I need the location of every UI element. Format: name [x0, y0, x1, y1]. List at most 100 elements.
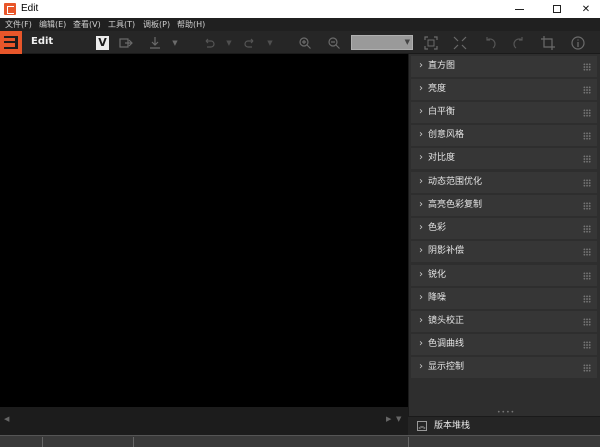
menu-tools[interactable]: 工具(T)	[108, 19, 135, 30]
chevron-right-icon: ›	[419, 60, 423, 71]
info-icon[interactable]	[571, 36, 585, 50]
drag-handle-icon[interactable]	[583, 272, 591, 280]
drag-handle-icon[interactable]	[583, 248, 591, 256]
panel-item-shadow-compensation[interactable]: › 阴影补偿	[411, 241, 597, 262]
chevron-right-icon: ›	[419, 106, 423, 117]
chevron-right-icon: ›	[419, 269, 423, 280]
chevron-right-icon: ›	[419, 176, 423, 187]
panel-item-dynamic-range[interactable]: › 动态范围优化	[411, 172, 597, 193]
panel-item-creative-style[interactable]: › 创意风格	[411, 125, 597, 146]
panel-item-label: 创意风格	[428, 130, 465, 140]
zoom-in-icon[interactable]	[298, 36, 312, 50]
chevron-down-icon: ▼	[404, 38, 410, 46]
undo-icon[interactable]	[202, 36, 216, 50]
drag-handle-icon[interactable]	[583, 63, 591, 71]
chevron-down-icon[interactable]: ▼	[170, 36, 180, 50]
panel-item-label: 动态范围优化	[428, 177, 483, 187]
panel-item-label: 色彩	[428, 223, 447, 233]
chevron-right-icon: ›	[419, 152, 423, 163]
panel-item-tone-curve[interactable]: › 色调曲线	[411, 334, 597, 355]
rotate-right-icon[interactable]	[512, 36, 526, 50]
chevron-right-icon: ›	[419, 199, 423, 210]
panel-item-label: 色调曲线	[428, 339, 465, 349]
fit-screen-icon[interactable]	[424, 36, 438, 50]
actual-size-icon[interactable]	[453, 36, 467, 50]
panel-item-sharpen[interactable]: › 锐化	[411, 265, 597, 286]
panel-item-noise-reduction[interactable]: › 降噪	[411, 288, 597, 309]
rotate-left-icon[interactable]	[483, 36, 497, 50]
panel-item-label: 显示控制	[428, 362, 465, 372]
panel-item-brightness[interactable]: › 亮度	[411, 79, 597, 100]
chevron-right-icon: ›	[419, 245, 423, 256]
panel-item-histogram[interactable]: › 直方图	[411, 56, 597, 77]
status-bar	[0, 435, 600, 447]
menu-file[interactable]: 文件(F)	[5, 19, 32, 30]
download-icon[interactable]	[148, 36, 162, 50]
scroll-left-icon[interactable]: ◀	[4, 415, 9, 423]
drag-handle-icon[interactable]	[583, 86, 591, 94]
window-title: Edit	[21, 3, 39, 14]
chevron-right-icon: ›	[419, 129, 423, 140]
app-logo	[0, 31, 22, 54]
image-canvas[interactable]	[0, 54, 408, 407]
zoom-out-icon[interactable]	[327, 36, 341, 50]
minimize-icon	[514, 8, 524, 10]
drag-handle-icon[interactable]	[583, 295, 591, 303]
horizontal-scrollbar[interactable]: ◀ ▶ ▼	[0, 407, 408, 435]
panel-item-label: 直方图	[428, 61, 456, 71]
chevron-down-icon[interactable]: ▼	[224, 36, 234, 50]
panel-item-lens-correction[interactable]: › 镜头校正	[411, 311, 597, 332]
panel-item-label: 白平衡	[428, 107, 456, 117]
export-icon[interactable]	[119, 36, 133, 50]
drag-handle-icon[interactable]	[583, 202, 591, 210]
panel-item-label: 阴影补偿	[428, 246, 465, 256]
scroll-right-icon[interactable]: ▶	[386, 415, 391, 423]
menu-edit[interactable]: 编辑(E)	[39, 19, 66, 30]
panel-item-contrast[interactable]: › 对比度	[411, 148, 597, 169]
chevron-right-icon: ›	[419, 315, 423, 326]
panel-item-display-control[interactable]: › 显示控制	[411, 357, 597, 378]
chevron-right-icon: ›	[419, 338, 423, 349]
drag-handle-icon[interactable]	[583, 179, 591, 187]
chevron-right-icon: ›	[419, 361, 423, 372]
redo-icon[interactable]	[243, 36, 257, 50]
panel-item-color[interactable]: › 色彩	[411, 218, 597, 239]
drag-handle-icon[interactable]	[583, 225, 591, 233]
panel-item-highlight-color[interactable]: › 高亮色彩复制	[411, 195, 597, 216]
panel-item-label: 降噪	[428, 293, 447, 303]
toolbar-title: Edit	[31, 36, 54, 47]
app-icon	[4, 3, 16, 15]
zoom-dropdown[interactable]: ▼	[351, 35, 413, 50]
maximize-icon	[553, 5, 561, 13]
drag-handle-icon[interactable]	[583, 109, 591, 117]
title-bar: Edit ✕	[0, 0, 600, 18]
viewer-switch-button[interactable]: V	[96, 36, 109, 50]
version-stack-label: 版本堆栈	[434, 421, 471, 431]
chevron-down-icon[interactable]: ▼	[396, 415, 401, 423]
close-button[interactable]: ✕	[572, 0, 600, 18]
drag-handle-icon[interactable]	[583, 132, 591, 140]
chevron-right-icon: ›	[419, 292, 423, 303]
maximize-button[interactable]	[543, 0, 571, 18]
panel-item-label: 亮度	[428, 84, 447, 94]
menu-help[interactable]: 帮助(H)	[177, 19, 205, 30]
drag-handle-icon[interactable]	[583, 155, 591, 163]
drag-handle-icon[interactable]	[583, 364, 591, 372]
chevron-right-icon: ›	[419, 222, 423, 233]
chevron-down-icon[interactable]: ▼	[265, 36, 275, 50]
expand-icon[interactable]: ︽	[417, 421, 427, 431]
drag-handle-icon[interactable]	[583, 341, 591, 349]
panel-resize-handle[interactable]: ••••	[497, 409, 515, 416]
version-stack-bar[interactable]: ︽ 版本堆栈	[408, 416, 600, 435]
app-window: Edit ✕ 文件(F) 编辑(E) 查看(V) 工具(T) 调板(P) 帮助(…	[0, 0, 600, 447]
crop-icon[interactable]	[541, 36, 555, 50]
close-icon: ✕	[581, 3, 591, 15]
panel-item-white-balance[interactable]: › 白平衡	[411, 102, 597, 123]
chevron-right-icon: ›	[419, 83, 423, 94]
drag-handle-icon[interactable]	[583, 318, 591, 326]
menu-view[interactable]: 查看(V)	[73, 19, 101, 30]
minimize-button[interactable]	[505, 0, 533, 18]
panel-item-label: 对比度	[428, 153, 456, 163]
menu-palette[interactable]: 调板(P)	[143, 19, 170, 30]
panel-item-label: 镜头校正	[428, 316, 465, 326]
